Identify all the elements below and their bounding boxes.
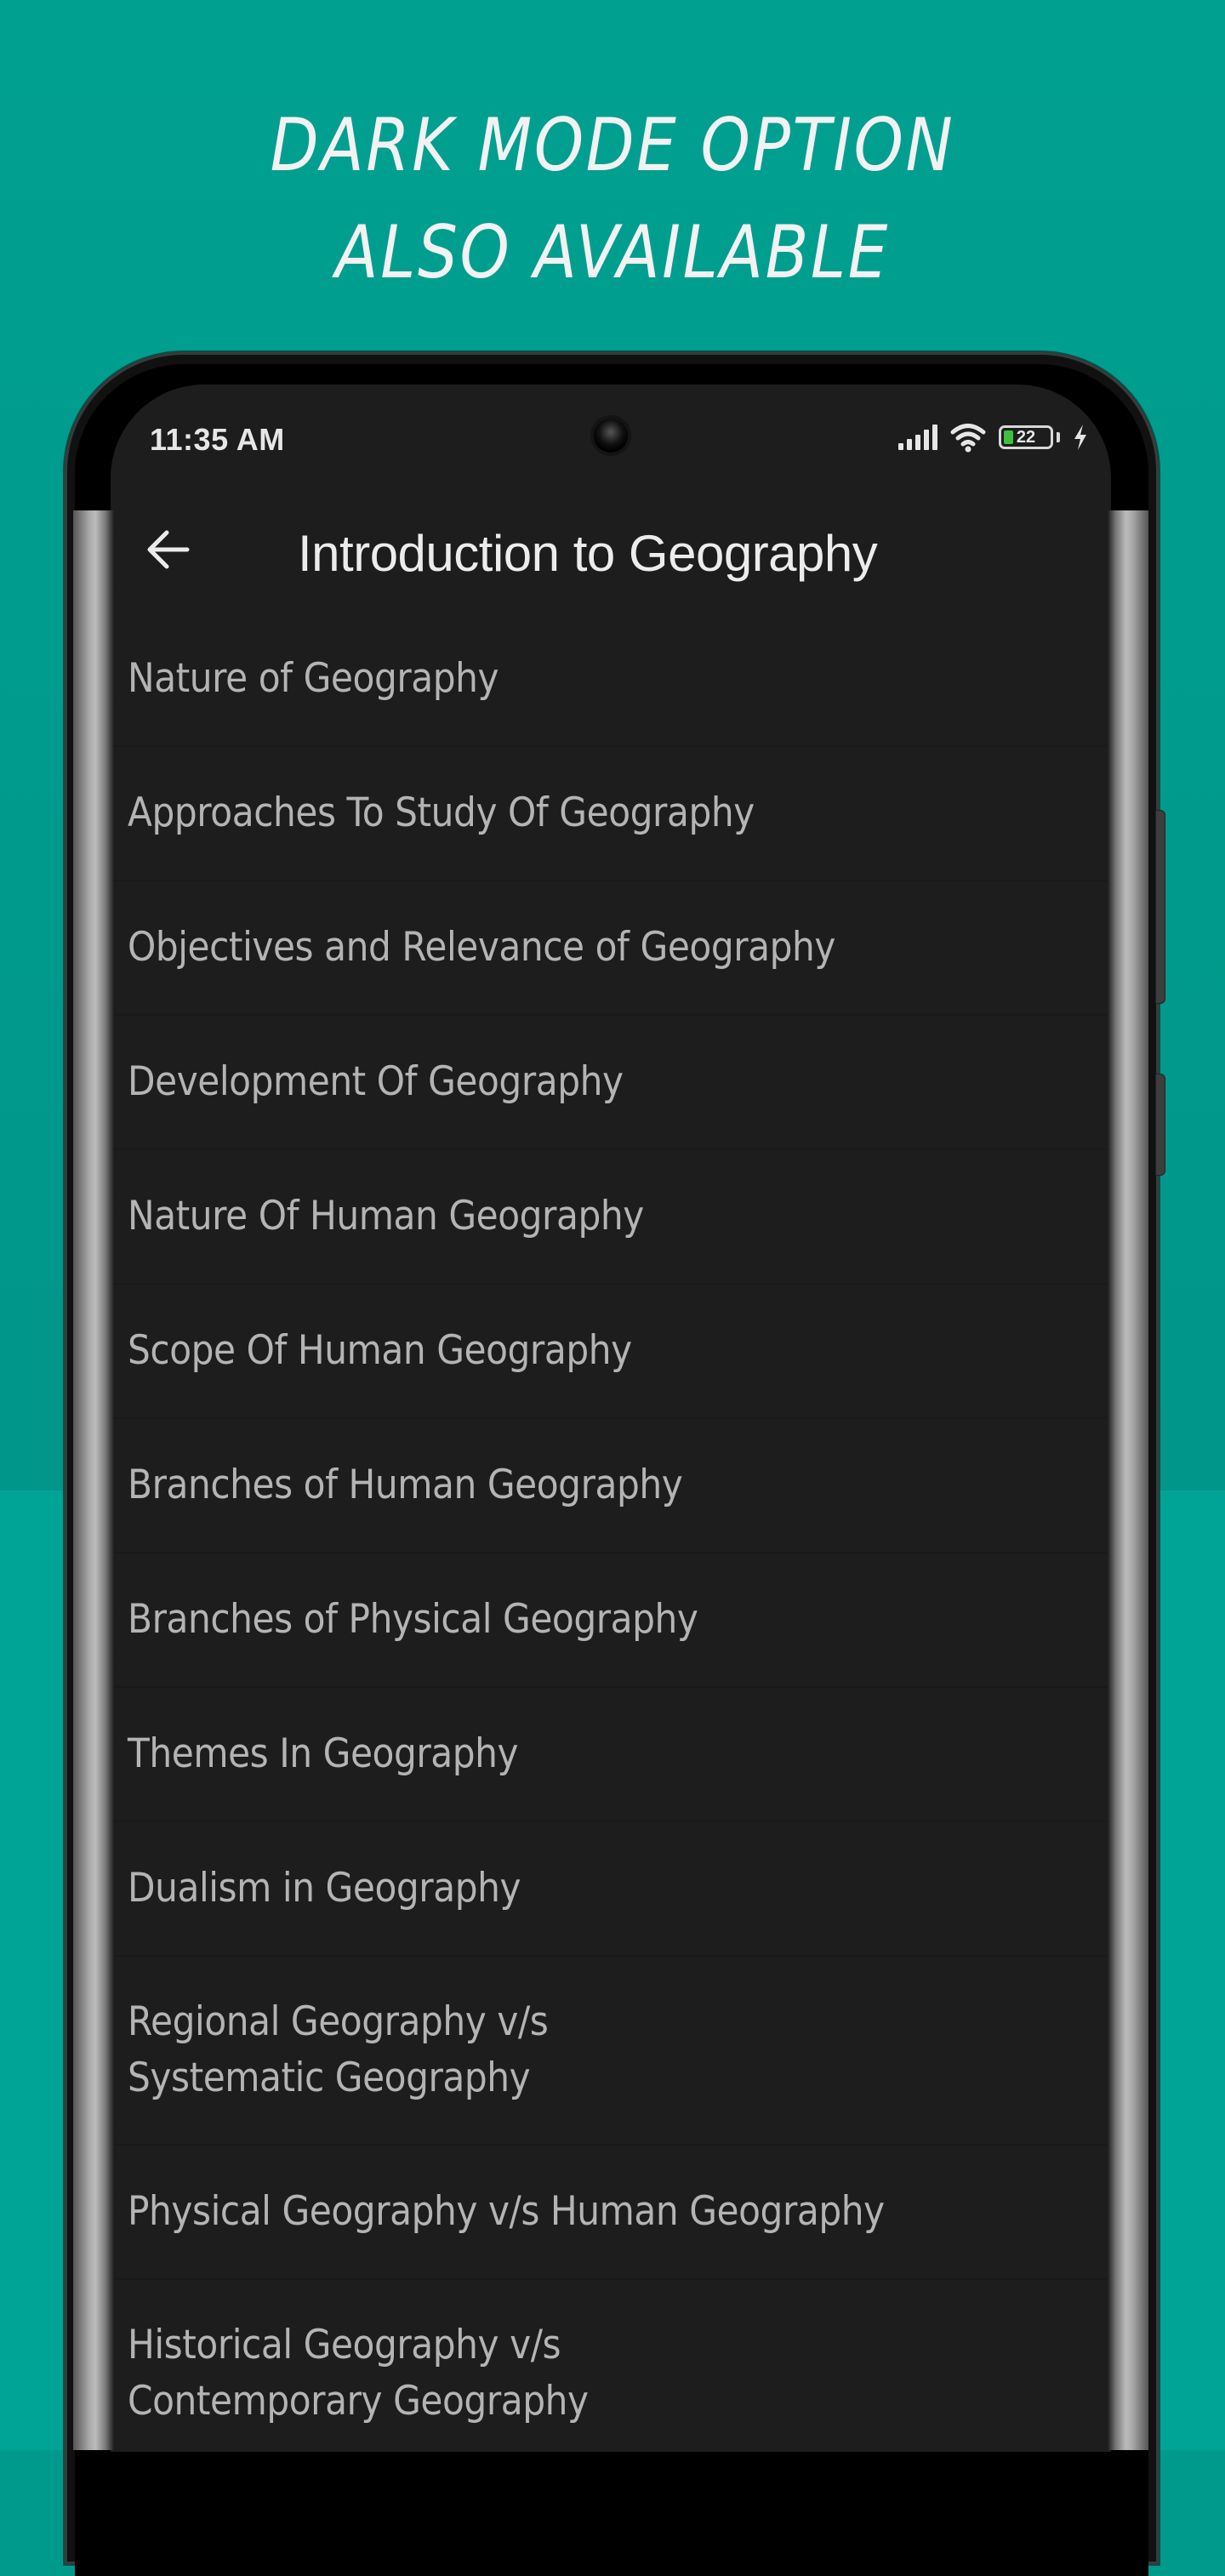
promo-headline-line1: DARK MODE OPTION	[270, 103, 955, 188]
list-item-label: Nature Of Human Geography	[128, 1193, 644, 1240]
list-item[interactable]: Dualism in Geography	[111, 1822, 1111, 1957]
list-item-label: Scope Of Human Geography	[128, 1327, 632, 1374]
list-item-label: Branches of Human Geography	[128, 1462, 683, 1508]
list-item-label: Regional Geography v/s Systematic Geogra…	[128, 1998, 549, 2101]
list-item-label: Historical Geography v/s Contemporary Ge…	[128, 2322, 589, 2425]
promo-headline-line2: ALSO AVAILABLE	[335, 210, 890, 295]
charging-bolt-icon	[1074, 425, 1086, 450]
battery-tip	[1057, 432, 1060, 442]
list-item[interactable]: Branches of Physical Geography	[111, 1553, 1111, 1688]
power-button	[1155, 1074, 1165, 1176]
battery-icon: 22	[999, 425, 1053, 449]
back-button[interactable]	[141, 522, 196, 577]
list-item-label: Dualism in Geography	[128, 1865, 521, 1912]
list-item[interactable]: Development Of Geography	[111, 1016, 1111, 1150]
list-item-label: Development Of Geography	[128, 1058, 624, 1105]
toolbar: Introduction to Geography	[111, 504, 1111, 597]
list-item-label: Approaches To Study Of Geography	[128, 789, 755, 836]
battery-level: 22	[1016, 427, 1036, 447]
topic-list: Nature of Geography Approaches To Study …	[111, 613, 1111, 2452]
status-time: 11:35 AM	[150, 422, 285, 457]
list-item[interactable]: Themes In Geography	[111, 1688, 1111, 1822]
list-item-label: Branches of Physical Geography	[128, 1596, 698, 1643]
list-item-label: Nature of Geography	[128, 655, 499, 702]
list-item[interactable]: Scope Of Human Geography	[111, 1285, 1111, 1419]
phone-rim-right	[1108, 510, 1148, 2450]
front-camera	[594, 419, 628, 453]
list-item-label: Objectives and Relevance of Geography	[128, 924, 835, 971]
arrow-left-icon	[147, 530, 190, 569]
volume-button	[1155, 810, 1165, 1004]
list-item[interactable]: Historical Geography v/s Contemporary Ge…	[111, 2280, 1111, 2452]
list-item[interactable]: Approaches To Study Of Geography	[111, 747, 1111, 881]
battery-fill	[1004, 430, 1013, 444]
list-item-label: Themes In Geography	[128, 1730, 519, 1777]
list-item[interactable]: Regional Geography v/s Systematic Geogra…	[111, 1957, 1111, 2146]
list-item[interactable]: Objectives and Relevance of Geography	[111, 881, 1111, 1016]
promo-headline: DARK MODE OPTION ALSO AVAILABLE	[86, 92, 1139, 306]
phone-rim-left	[73, 510, 114, 2450]
signal-icon	[898, 425, 937, 450]
list-item[interactable]: Nature Of Human Geography	[111, 1150, 1111, 1285]
wifi-icon	[950, 424, 986, 453]
page-title: Introduction to Geography	[298, 525, 878, 582]
list-item-label: Physical Geography v/s Human Geography	[128, 2188, 885, 2235]
status-icons: 22	[898, 420, 1089, 454]
status-bar: 11:35 AM 22	[111, 410, 1111, 461]
list-item[interactable]: Nature of Geography	[111, 613, 1111, 747]
list-item[interactable]: Branches of Human Geography	[111, 1419, 1111, 1553]
phone-screen: 11:35 AM 22 Introduction to Geography Na…	[111, 385, 1111, 2452]
list-item[interactable]: Physical Geography v/s Human Geography	[111, 2146, 1111, 2280]
